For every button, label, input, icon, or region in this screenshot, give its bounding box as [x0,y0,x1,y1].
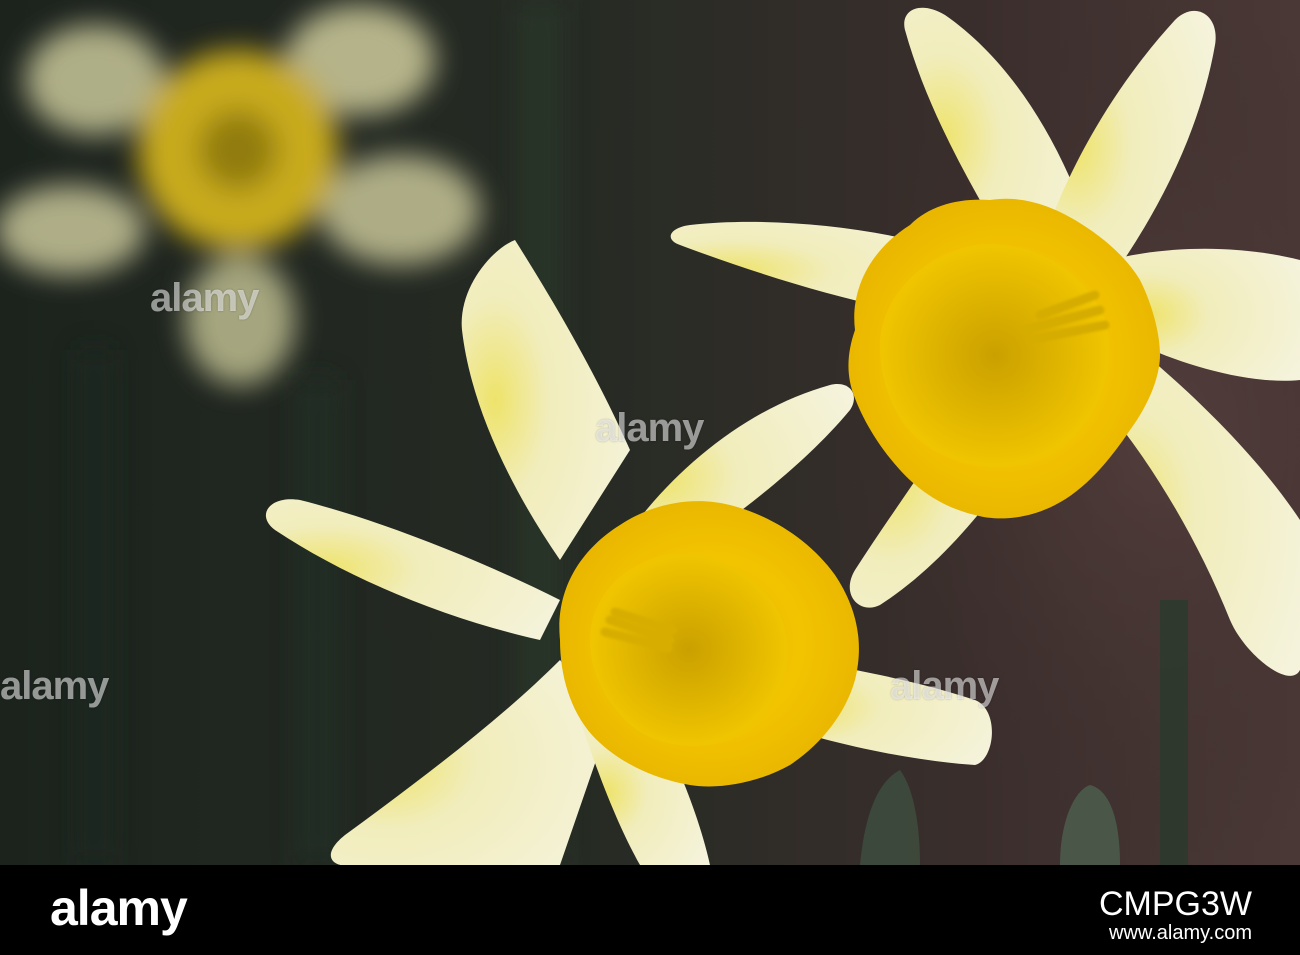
daffodil-photo: alamy alamy alamy alamy [0,0,1300,865]
alamy-logo: alamy [50,880,188,936]
watermark-text: alamy [890,664,999,708]
footer-bar: alamy CMPG3W www.alamy.com [0,865,1300,955]
site-url: www.alamy.com [1109,922,1252,944]
image-id: CMPG3W [1099,885,1252,923]
image-frame: alamy alamy alamy alamy alamy CMPG3W www… [0,0,1300,955]
watermark-text: alamy [0,664,109,708]
watermark-text: alamy [150,276,259,320]
watermark-text: alamy [595,406,704,450]
